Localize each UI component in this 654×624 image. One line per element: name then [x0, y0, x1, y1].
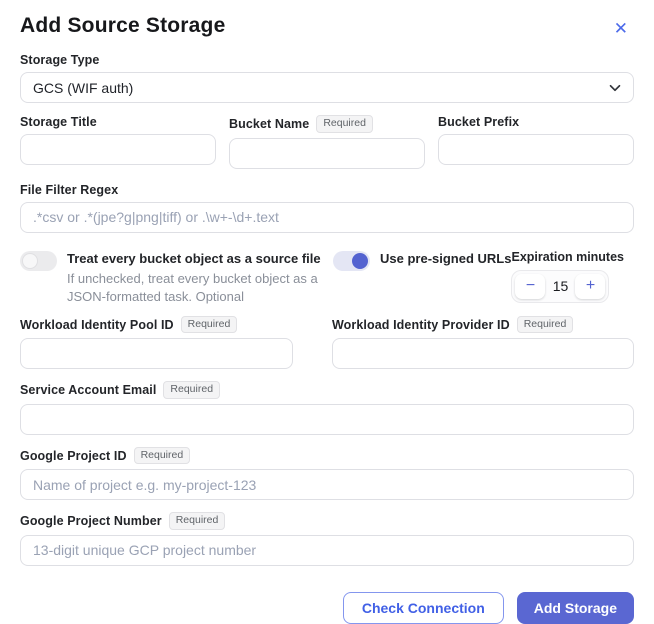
expiration-minutes-group: Expiration minutes − 15 +: [511, 250, 635, 306]
expiration-minutes-value[interactable]: 15: [545, 278, 575, 294]
expiration-minutes-label: Expiration minutes: [511, 250, 635, 264]
file-filter-regex-label: File Filter Regex: [20, 183, 118, 197]
treat-as-source-label: Treat every bucket object as a source fi…: [67, 250, 333, 268]
workload-provider-input[interactable]: [332, 338, 634, 369]
required-badge: Required: [134, 447, 191, 465]
bucket-prefix-field-group: Bucket Prefix: [438, 115, 634, 169]
dialog-title: Add Source Storage: [20, 14, 225, 38]
google-project-id-section: Google Project ID Required: [20, 447, 634, 501]
storage-type-section: Storage Type GCS (WIF auth): [20, 53, 634, 103]
bucket-prefix-input[interactable]: [438, 134, 634, 165]
bucket-name-input[interactable]: [229, 138, 425, 169]
service-account-email-input[interactable]: [20, 404, 634, 435]
file-filter-regex-input[interactable]: [20, 202, 634, 233]
workload-pool-field-group: Workload Identity Pool ID Required: [20, 316, 293, 370]
storage-type-select[interactable]: GCS (WIF auth): [20, 72, 634, 103]
google-project-number-label: Google Project Number: [20, 514, 162, 528]
expiration-minutes-stepper: − 15 +: [511, 270, 609, 303]
close-icon[interactable]: ✕: [608, 16, 634, 41]
bucket-name-label: Bucket Name: [229, 117, 309, 131]
toggle-knob: [352, 253, 368, 269]
presigned-urls-toggle[interactable]: [333, 251, 370, 271]
toggles-row: Treat every bucket object as a source fi…: [20, 250, 634, 306]
google-project-id-label: Google Project ID: [20, 449, 127, 463]
required-badge: Required: [316, 115, 373, 133]
workload-pool-input[interactable]: [20, 338, 293, 369]
minus-button[interactable]: −: [515, 274, 545, 299]
workload-identity-row: Workload Identity Pool ID Required Workl…: [20, 316, 634, 370]
check-connection-button[interactable]: Check Connection: [343, 592, 504, 624]
dialog-header: Add Source Storage ✕: [20, 12, 634, 41]
bucket-prefix-label: Bucket Prefix: [438, 115, 519, 129]
bucket-name-field-group: Bucket Name Required: [229, 115, 425, 169]
add-storage-button[interactable]: Add Storage: [517, 592, 634, 624]
required-badge: Required: [163, 381, 220, 399]
google-project-id-input[interactable]: [20, 469, 634, 500]
presigned-urls-label: Use pre-signed URLs: [380, 250, 511, 268]
google-project-number-section: Google Project Number Required: [20, 512, 634, 566]
service-account-email-label: Service Account Email: [20, 383, 156, 397]
storage-type-value: GCS (WIF auth): [33, 80, 133, 96]
plus-button[interactable]: +: [575, 274, 605, 299]
required-badge: Required: [181, 316, 238, 334]
workload-provider-label: Workload Identity Provider ID: [332, 318, 510, 332]
toggle-knob: [22, 253, 38, 269]
storage-title-input[interactable]: [20, 134, 216, 165]
treat-as-source-help: If unchecked, treat every bucket object …: [67, 270, 333, 306]
bucket-fields-row: Storage Title Bucket Name Required Bucke…: [20, 115, 634, 169]
dialog-footer: Check Connection Add Storage: [20, 592, 634, 624]
required-badge: Required: [169, 512, 226, 530]
google-project-number-input[interactable]: [20, 535, 634, 566]
workload-provider-field-group: Workload Identity Provider ID Required: [332, 316, 634, 370]
required-badge: Required: [517, 316, 574, 334]
add-source-storage-dialog: Add Source Storage ✕ Storage Type GCS (W…: [0, 0, 654, 624]
chevron-down-icon: [609, 84, 621, 92]
file-filter-regex-section: File Filter Regex: [20, 183, 634, 233]
treat-as-source-group: Treat every bucket object as a source fi…: [20, 250, 333, 306]
storage-title-field-group: Storage Title: [20, 115, 216, 169]
treat-as-source-toggle[interactable]: [20, 251, 57, 271]
workload-pool-label: Workload Identity Pool ID: [20, 318, 174, 332]
presigned-urls-group: Use pre-signed URLs: [333, 250, 511, 306]
storage-type-label: Storage Type: [20, 53, 99, 67]
storage-title-label: Storage Title: [20, 115, 97, 129]
service-account-email-section: Service Account Email Required: [20, 381, 634, 435]
